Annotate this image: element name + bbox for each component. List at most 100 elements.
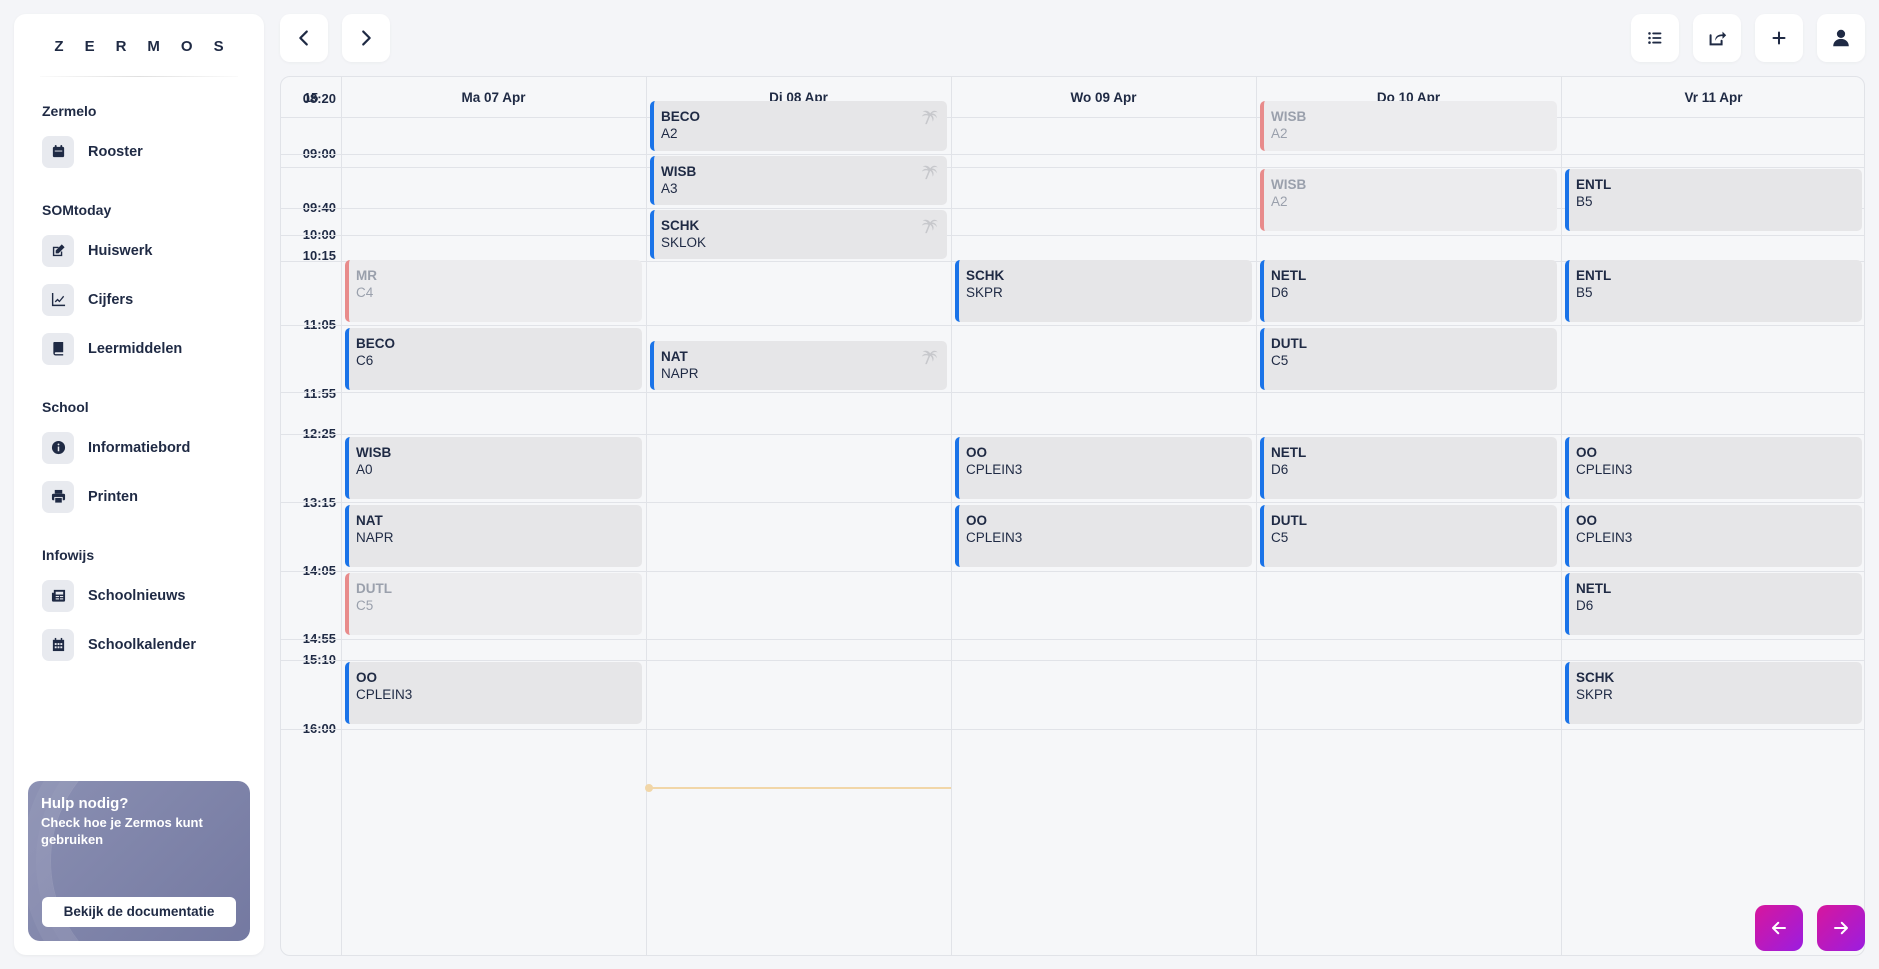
- next-week-button[interactable]: [342, 14, 390, 62]
- lesson-card[interactable]: NAT NAPR: [650, 341, 947, 390]
- time-gridline: [281, 392, 1864, 393]
- help-card: Hulp nodig? Check hoe je Zermos kunt geb…: [28, 781, 250, 941]
- share-button[interactable]: [1693, 14, 1741, 62]
- lesson-room: C5: [1271, 530, 1289, 545]
- user-icon: [1833, 29, 1849, 47]
- lesson-card[interactable]: WISB A3: [650, 156, 947, 205]
- lesson-card[interactable]: OO CPLEIN3: [345, 662, 642, 724]
- profile-button[interactable]: [1817, 14, 1865, 62]
- lesson-card[interactable]: SCHK SKLOK: [650, 210, 947, 259]
- lesson-card[interactable]: BECO A2: [650, 101, 947, 151]
- lesson-room: SKPR: [1576, 687, 1613, 702]
- section-title-school: School: [42, 399, 89, 415]
- sidebar-item-informatiebord[interactable]: Informatiebord: [42, 423, 236, 472]
- previous-button[interactable]: [1755, 905, 1803, 951]
- lesson-card[interactable]: NETL D6: [1260, 437, 1557, 499]
- arrow-right-icon: [1834, 921, 1848, 935]
- lesson-card[interactable]: ENTL B5: [1565, 169, 1862, 231]
- lesson-card[interactable]: ENTL B5: [1565, 260, 1862, 322]
- palm-tree-icon: [921, 219, 938, 234]
- lesson-card[interactable]: OO CPLEIN3: [1565, 505, 1862, 567]
- time-gridline: [281, 729, 1864, 730]
- time-gridline: [281, 325, 1864, 326]
- lesson-card[interactable]: WISB A2: [1260, 169, 1557, 231]
- documentation-button[interactable]: Bekijk de documentatie: [42, 897, 236, 927]
- day-header: Ma 07 Apr: [461, 90, 526, 105]
- lesson-card[interactable]: MR C4: [345, 260, 642, 322]
- time-gridline: [281, 154, 1864, 155]
- lesson-subject: SCHK: [661, 218, 700, 233]
- sidebar-item-cijfers[interactable]: Cijfers: [42, 275, 236, 324]
- lesson-card[interactable]: OO CPLEIN3: [1565, 437, 1862, 499]
- printer-icon: [42, 480, 74, 513]
- list-view-button[interactable]: [1631, 14, 1679, 62]
- section-title-somtoday: SOMtoday: [42, 202, 112, 218]
- previous-week-button[interactable]: [280, 14, 328, 62]
- lesson-room: B5: [1576, 194, 1593, 209]
- sidebar-item-label: Informatiebord: [88, 439, 191, 456]
- sidebar-item-label: Cijfers: [88, 291, 134, 308]
- logo-divider: [40, 76, 238, 77]
- lesson-card[interactable]: NETL D6: [1260, 260, 1557, 322]
- arrow-left-icon: [1772, 921, 1786, 935]
- time-gridline: [281, 502, 1864, 503]
- lesson-card[interactable]: SCHK SKPR: [1565, 662, 1862, 724]
- calendar-icon: [42, 135, 74, 168]
- lesson-card[interactable]: WISB A2: [1260, 101, 1557, 151]
- add-button[interactable]: [1755, 14, 1803, 62]
- lesson-card[interactable]: BECO C6: [345, 328, 642, 390]
- sidebar-item-huiswerk[interactable]: Huiswerk: [42, 226, 236, 275]
- sidebar-item-label: Leermiddelen: [88, 340, 183, 357]
- lesson-subject: BECO: [661, 109, 701, 124]
- lesson-subject: NETL: [1271, 268, 1307, 283]
- current-time-line: [646, 787, 951, 789]
- lesson-subject: NAT: [661, 349, 688, 364]
- lesson-subject: NETL: [1271, 445, 1307, 460]
- lesson-card[interactable]: NETL D6: [1565, 573, 1862, 635]
- lesson-room: C5: [356, 598, 374, 613]
- sidebar-item-printen[interactable]: Printen: [42, 472, 236, 521]
- lesson-subject: OO: [966, 445, 988, 460]
- lesson-card[interactable]: OO CPLEIN3: [955, 437, 1252, 499]
- sidebar-item-rooster[interactable]: Rooster: [42, 127, 236, 176]
- lesson-card[interactable]: DUTL C5: [1260, 328, 1557, 390]
- chart-line-icon: [42, 283, 74, 316]
- info-icon: [42, 431, 74, 464]
- chevron-right-icon: [362, 30, 371, 46]
- lesson-card[interactable]: DUTL C5: [1260, 505, 1557, 567]
- time-gridline: [281, 639, 1864, 640]
- lesson-card[interactable]: NAT NAPR: [345, 505, 642, 567]
- time-gridline: [281, 660, 1864, 661]
- calendar-grid-icon: [42, 628, 74, 661]
- lesson-subject: SCHK: [966, 268, 1005, 283]
- lesson-room: B5: [1576, 285, 1593, 300]
- sidebar-item-schoolnieuws[interactable]: Schoolnieuws: [42, 571, 236, 620]
- sidebar-item-schoolkalender[interactable]: Schoolkalender: [42, 620, 236, 669]
- time-label: 11:55: [303, 386, 336, 401]
- palm-tree-icon: [921, 165, 938, 180]
- newspaper-icon: [42, 579, 74, 612]
- day-header: Wo 09 Apr: [1070, 90, 1137, 105]
- chevron-left-icon: [299, 30, 308, 46]
- time-gridline: [281, 434, 1864, 435]
- sidebar-item-label: Huiswerk: [88, 242, 153, 259]
- next-button[interactable]: [1817, 905, 1865, 951]
- lesson-subject: WISB: [1271, 109, 1307, 124]
- lesson-room: CPLEIN3: [966, 530, 1023, 545]
- lesson-room: C4: [356, 285, 374, 300]
- lesson-subject: WISB: [661, 164, 697, 179]
- calendar-header: 15 Ma 07 Apr Di 08 Apr Wo 09 Apr Do 10 Apr V…: [281, 77, 1864, 118]
- lesson-room: A2: [661, 126, 678, 141]
- lesson-room: CPLEIN3: [1576, 530, 1633, 545]
- week-calendar: 15 Ma 07 Apr Di 08 Apr Wo 09 Apr Do 10 Apr V…: [280, 76, 1865, 956]
- lesson-room: D6: [1576, 598, 1594, 613]
- lesson-card[interactable]: OO CPLEIN3: [955, 505, 1252, 567]
- lesson-card[interactable]: SCHK SKPR: [955, 260, 1252, 322]
- lesson-room: A0: [356, 462, 373, 477]
- lesson-subject: OO: [1576, 445, 1598, 460]
- share-icon: [1709, 31, 1727, 46]
- lesson-card[interactable]: WISB A0: [345, 437, 642, 499]
- lesson-card[interactable]: DUTL C5: [345, 573, 642, 635]
- sidebar-item-leermiddelen[interactable]: Leermiddelen: [42, 324, 236, 373]
- lesson-room: A2: [1271, 126, 1288, 141]
